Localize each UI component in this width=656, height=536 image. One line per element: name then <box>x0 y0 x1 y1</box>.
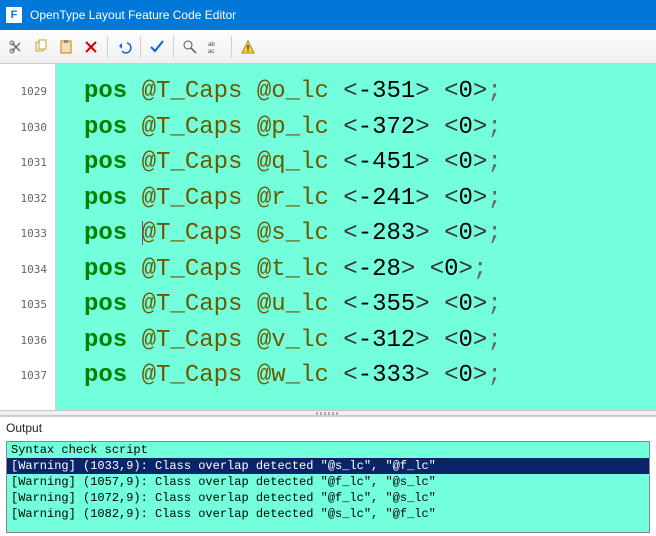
app-icon: F <box>6 7 22 23</box>
code-line[interactable]: pos @T_Caps @w_lc <-333> <0>; <box>84 358 656 394</box>
code-line[interactable]: pos @T_Caps @s_lc <-283> <0>; <box>84 216 656 252</box>
output-row[interactable]: [Warning] (1033,9): Class overlap detect… <box>7 458 649 474</box>
line-number: 1033 <box>0 216 55 252</box>
code-line[interactable]: pos @T_Caps @u_lc <-355> <0>; <box>84 287 656 323</box>
check-icon <box>149 39 165 55</box>
cut-button[interactable] <box>4 35 28 59</box>
line-number-gutter: 102910301031103210331034103510361037 <box>0 64 56 410</box>
titlebar: F OpenType Layout Feature Code Editor <box>0 0 656 30</box>
output-panel: Output Syntax check script[Warning] (103… <box>0 416 656 533</box>
copy-button[interactable] <box>29 35 53 59</box>
line-number: 1036 <box>0 323 55 359</box>
splitter-handle[interactable] <box>0 410 656 416</box>
output-box[interactable]: Syntax check script[Warning] (1033,9): C… <box>6 441 650 533</box>
window-title: OpenType Layout Feature Code Editor <box>30 8 236 22</box>
replace-icon: abac <box>207 39 223 55</box>
replace-button[interactable]: abac <box>203 35 227 59</box>
find-button[interactable] <box>178 35 202 59</box>
cut-icon <box>8 39 24 55</box>
output-header: Syntax check script <box>7 442 649 458</box>
code-content[interactable]: pos @T_Caps @o_lc <-351> <0>;pos @T_Caps… <box>56 64 656 410</box>
copy-icon <box>33 39 49 55</box>
paste-button[interactable] <box>54 35 78 59</box>
code-line[interactable]: pos @T_Caps @p_lc <-372> <0>; <box>84 110 656 146</box>
output-row[interactable]: [Warning] (1072,9): Class overlap detect… <box>7 490 649 506</box>
svg-text:ab: ab <box>208 42 215 48</box>
svg-text:ac: ac <box>208 49 214 55</box>
undo-icon <box>116 39 132 55</box>
toolbar-separator <box>173 36 174 58</box>
toolbar: abac <box>0 30 656 64</box>
toolbar-separator <box>231 36 232 58</box>
line-number: 1034 <box>0 252 55 288</box>
code-line[interactable]: pos @T_Caps @v_lc <-312> <0>; <box>84 323 656 359</box>
toolbar-separator <box>107 36 108 58</box>
line-number: 1030 <box>0 110 55 146</box>
output-row[interactable]: [Warning] (1082,9): Class overlap detect… <box>7 506 649 522</box>
delete-icon <box>83 39 99 55</box>
output-row[interactable]: [Warning] (1057,9): Class overlap detect… <box>7 474 649 490</box>
line-number: 1035 <box>0 287 55 323</box>
code-line[interactable]: pos @T_Caps @t_lc <-28> <0>; <box>84 252 656 288</box>
code-line[interactable]: pos @T_Caps @q_lc <-451> <0>; <box>84 145 656 181</box>
toolbar-separator <box>140 36 141 58</box>
find-icon <box>182 39 198 55</box>
output-label: Output <box>0 417 656 441</box>
delete-button[interactable] <box>79 35 103 59</box>
check-button[interactable] <box>145 35 169 59</box>
line-number: 1037 <box>0 358 55 394</box>
code-line[interactable]: pos @T_Caps @r_lc <-241> <0>; <box>84 181 656 217</box>
warnings-button[interactable] <box>236 35 260 59</box>
line-number: 1032 <box>0 181 55 217</box>
code-line[interactable]: pos @T_Caps @o_lc <-351> <0>; <box>84 74 656 110</box>
line-number: 1029 <box>0 74 55 110</box>
code-editor[interactable]: 102910301031103210331034103510361037 pos… <box>0 64 656 410</box>
line-number: 1031 <box>0 145 55 181</box>
undo-button[interactable] <box>112 35 136 59</box>
paste-icon <box>58 39 74 55</box>
warning-icon <box>240 39 256 55</box>
